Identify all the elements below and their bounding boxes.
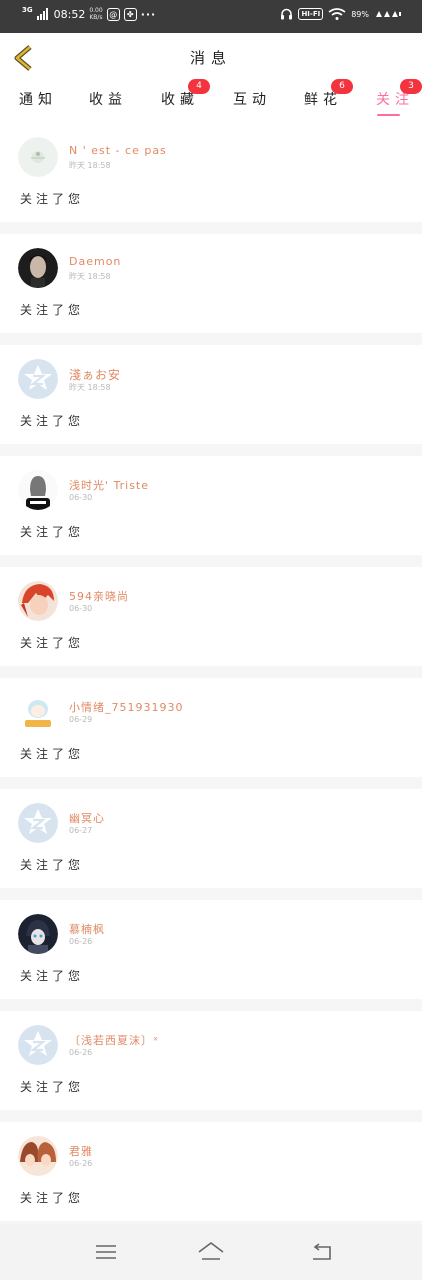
avatar[interactable] (18, 137, 58, 177)
follow-message: 关注了您 (20, 192, 85, 206)
battery-icon (376, 11, 401, 17)
avatar[interactable] (18, 359, 58, 399)
chibi-avatar-icon (18, 692, 58, 732)
anime-girls-avatar-icon (18, 1136, 58, 1176)
more-notifications-icon: ··· (140, 7, 157, 21)
follow-time: 06-29 (69, 715, 93, 724)
notification-icon: @ (106, 7, 120, 21)
return-icon (313, 1243, 331, 1260)
headphones-icon (281, 8, 293, 20)
tab-interactions[interactable]: 互动 (233, 89, 271, 109)
home-button[interactable] (196, 1238, 226, 1266)
clock: 08:52 (53, 7, 86, 21)
list-item[interactable]: 浅时光' Triste 06-30 关注了您 (0, 456, 422, 555)
avatar[interactable] (18, 581, 58, 621)
wifi-icon (328, 8, 346, 20)
username[interactable]: 幽冥心 (69, 810, 105, 826)
follow-message: 关注了您 (20, 414, 85, 428)
username[interactable]: N ' est - ce pas (69, 144, 167, 157)
page-title: 消息 (189, 49, 232, 67)
avatar[interactable] (18, 803, 58, 843)
status-bar: 3G 08:52 0.00 KB/s @ ✤ ··· HI-FI 89% (0, 0, 422, 33)
follow-time: 昨天 18:58 (69, 272, 111, 281)
follow-message: 关注了您 (20, 1191, 85, 1205)
default-avatar-icon (18, 359, 58, 399)
avatar[interactable] (18, 470, 58, 510)
signal-icon (36, 8, 48, 20)
follow-time: 06-26 (69, 1159, 93, 1168)
pinwheel-icon: ✤ (123, 7, 137, 21)
username[interactable]: 君雅 (69, 1143, 93, 1159)
avatar[interactable] (18, 248, 58, 288)
username[interactable]: 浅时光' Triste (69, 477, 149, 493)
username[interactable]: Daemon (69, 255, 121, 268)
follow-message: 关注了您 (20, 636, 85, 650)
list-item[interactable]: 594亲晓尚 06-30 关注了您 (0, 567, 422, 666)
follow-time: 06-27 (69, 826, 93, 835)
follows-count-badge: 3 (400, 79, 422, 94)
list-item[interactable]: 〔浅若西夏沫〕ˣ 06-26 关注了您 (0, 1011, 422, 1110)
battery-level: 89% (351, 9, 369, 19)
follow-time: 昨天 18:58 (69, 161, 111, 170)
list-item[interactable]: 小情绪_751931930 06-29 关注了您 (0, 678, 422, 777)
list-item[interactable]: Daemon 昨天 18:58 关注了您 (0, 234, 422, 333)
avatar[interactable] (18, 1025, 58, 1065)
username[interactable]: 〔浅若西夏沫〕ˣ (69, 1032, 159, 1048)
list-item[interactable]: 慕楠枫 06-26 关注了您 (0, 900, 422, 999)
follow-time: 06-26 (69, 937, 93, 946)
avatar[interactable] (18, 1136, 58, 1176)
list-item[interactable]: 君雅 06-26 关注了您 (0, 1122, 422, 1221)
active-tab-indicator (377, 114, 400, 116)
hifi-badge: HI-FI (298, 8, 324, 20)
follow-message: 关注了您 (20, 1080, 85, 1094)
follow-message: 关注了您 (20, 525, 85, 539)
home-icon (198, 1242, 224, 1260)
tab-earnings[interactable]: 收益 (89, 89, 127, 109)
back-nav-button[interactable] (306, 1238, 336, 1266)
avatar[interactable] (18, 914, 58, 954)
message-tabs: 通知 收益 收藏 4 互动 鲜花 6 关注 3 (0, 79, 422, 123)
system-nav-bar (0, 1224, 422, 1280)
menu-button[interactable] (91, 1238, 121, 1266)
username[interactable]: 小情绪_751931930 (69, 699, 184, 715)
app-header: 消息 (0, 33, 422, 83)
girl-drawing-avatar-icon (18, 470, 58, 510)
username[interactable]: 慕楠枫 (69, 921, 105, 937)
default-avatar-icon (18, 1025, 58, 1065)
follow-message: 关注了您 (20, 747, 85, 761)
network-speed: 0.00 KB/s (89, 7, 103, 21)
list-item[interactable]: N ' est - ce pas 昨天 18:58 关注了您 (0, 123, 422, 222)
man-photo-avatar-icon (18, 248, 58, 288)
default-avatar-icon (18, 803, 58, 843)
dark-anime-avatar-icon (18, 914, 58, 954)
follow-list: N ' est - ce pas 昨天 18:58 关注了您 Daemon 昨天… (0, 123, 422, 1233)
tab-notifications[interactable]: 通知 (19, 89, 57, 109)
follow-time: 06-30 (69, 493, 93, 502)
follow-time: 昨天 18:58 (69, 383, 111, 392)
avatar[interactable] (18, 692, 58, 732)
anime-red-hair-avatar-icon (18, 581, 58, 621)
network-type: 3G (22, 5, 33, 14)
menu-icon (96, 1245, 116, 1259)
favorites-count-badge: 4 (188, 79, 210, 94)
follow-time: 06-26 (69, 1048, 93, 1057)
username[interactable]: 594亲晓尚 (69, 588, 129, 604)
follow-message: 关注了您 (20, 858, 85, 872)
list-item[interactable]: 淺ぁお安 昨天 18:58 关注了您 (0, 345, 422, 444)
follow-time: 06-30 (69, 604, 93, 613)
flower-avatar-icon (18, 137, 58, 177)
username[interactable]: 淺ぁお安 (69, 366, 121, 383)
follow-message: 关注了您 (20, 969, 85, 983)
flowers-count-badge: 6 (331, 79, 353, 94)
follow-message: 关注了您 (20, 303, 85, 317)
list-item[interactable]: 幽冥心 06-27 关注了您 (0, 789, 422, 888)
